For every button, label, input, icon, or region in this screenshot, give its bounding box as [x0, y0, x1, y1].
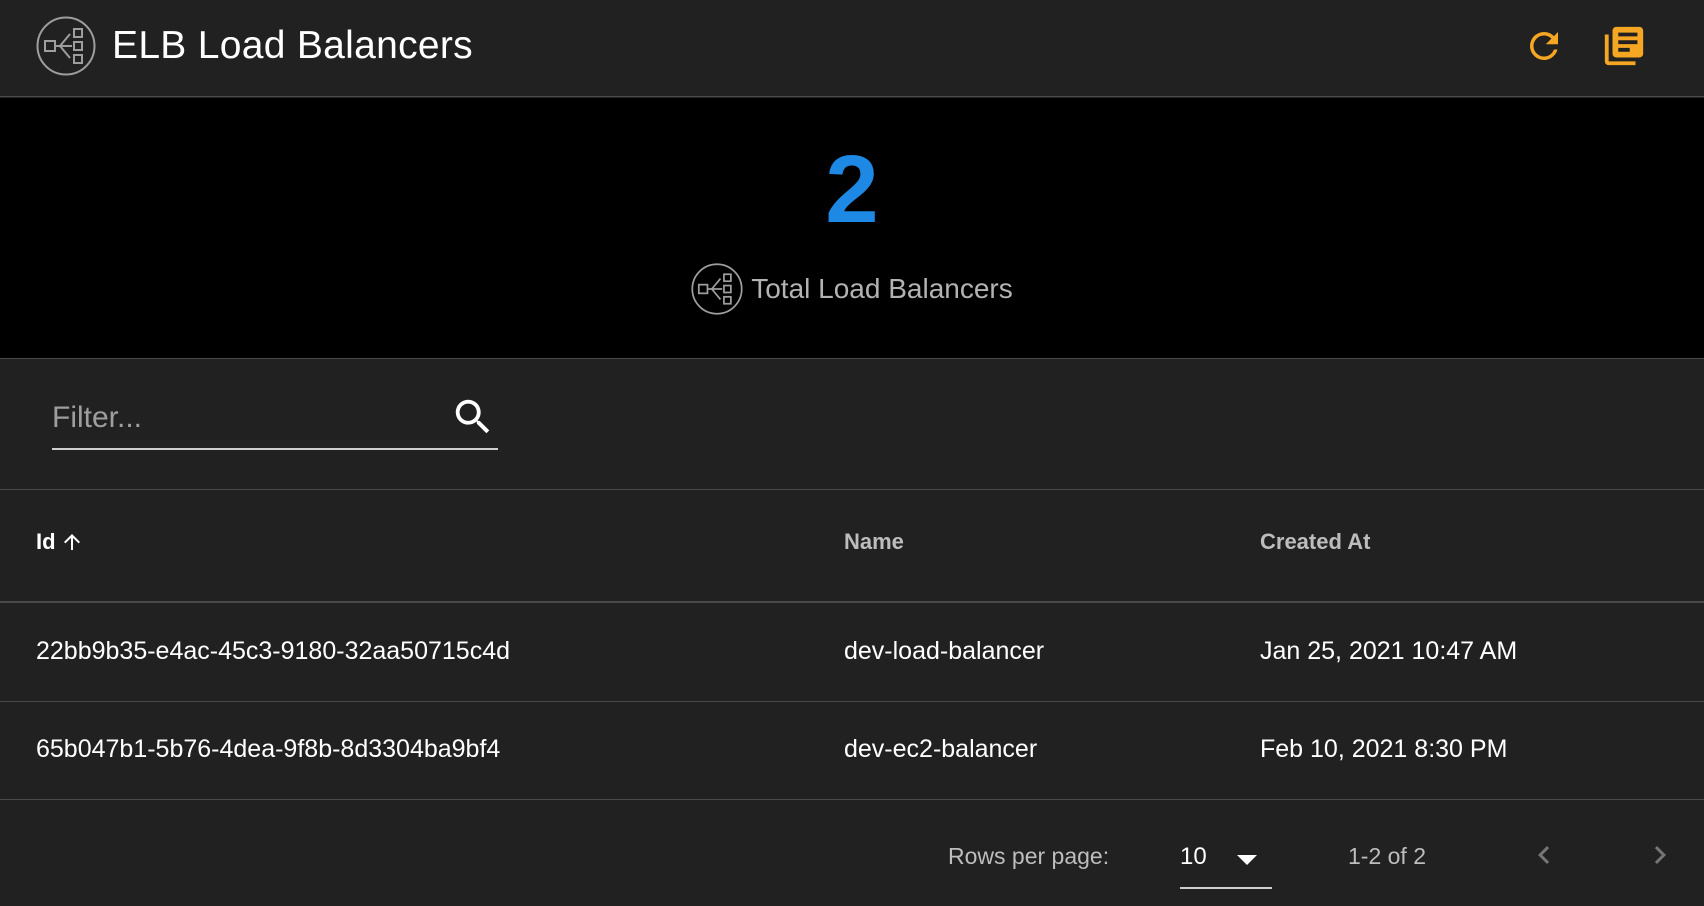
next-page-button[interactable] [1636, 831, 1684, 879]
column-label: Name [844, 529, 904, 554]
caret-down-icon [1237, 855, 1257, 865]
rows-per-page-select[interactable]: 10 [1180, 831, 1272, 889]
total-count: 2 [825, 136, 879, 243]
cell-created-at: Feb 10, 2021 8:30 PM [1260, 735, 1508, 763]
cell-id: 65b047b1-5b76-4dea-9f8b-8d3304ba9bf4 [36, 735, 501, 763]
summary-label-row: Total Load Balancers [0, 263, 1704, 315]
refresh-icon [1529, 31, 1558, 60]
cell-id: 22bb9b35-e4ac-45c3-9180-32aa50715c4d [36, 637, 511, 665]
app-header: ELB Load Balancers [0, 0, 1704, 97]
column-header-name[interactable]: Name [844, 529, 904, 555]
filter-input[interactable] [52, 394, 432, 442]
summary-label: Total Load Balancers [751, 273, 1013, 304]
page-title: ELB Load Balancers [112, 24, 473, 67]
docs-button[interactable] [1600, 22, 1648, 70]
summary-panel: 2 Total Load Balancers [0, 98, 1704, 359]
chevron-right-icon [1654, 846, 1666, 864]
column-header-id[interactable]: Id [36, 529, 84, 555]
table-header: Id Name Created At [0, 491, 1704, 603]
cell-created-at: Jan 25, 2021 10:47 AM [1260, 637, 1518, 665]
cell-name: dev-ec2-balancer [844, 735, 1038, 763]
table-row[interactable]: 65b047b1-5b76-4dea-9f8b-8d3304ba9bf4 dev… [0, 702, 1704, 800]
load-balancer-icon [691, 263, 743, 315]
cell-name: dev-load-balancer [844, 637, 1045, 665]
search-icon[interactable] [450, 394, 496, 440]
chevron-left-icon [1538, 846, 1550, 864]
rows-per-page-value: 10 [1180, 843, 1207, 870]
table-row[interactable]: 22bb9b35-e4ac-45c3-9180-32aa50715c4d dev… [0, 604, 1704, 702]
refresh-button[interactable] [1520, 22, 1568, 70]
previous-page-button[interactable] [1520, 831, 1568, 879]
column-label: Id [36, 529, 56, 554]
arrow-up-icon [63, 534, 80, 550]
page-range: 1-2 of 2 [1348, 843, 1426, 869]
pagination-bar: Rows per page: 10 1-2 of 2 [0, 801, 1704, 906]
rows-per-page-label: Rows per page: [948, 843, 1110, 869]
library-books-icon [1604, 26, 1644, 66]
column-header-created-at[interactable]: Created At [1260, 529, 1370, 555]
filter-bar [0, 360, 1704, 490]
load-balancer-icon [36, 16, 96, 76]
column-label: Created At [1260, 529, 1371, 554]
filter-field [52, 390, 498, 450]
